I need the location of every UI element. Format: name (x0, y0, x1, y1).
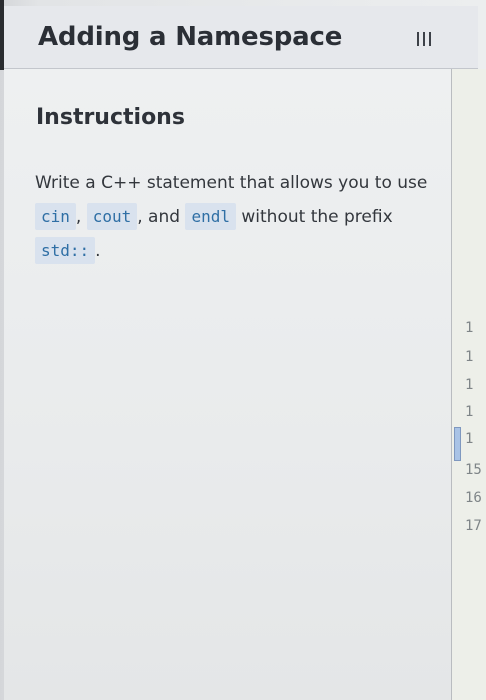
line-number: 1 (465, 431, 474, 447)
instruction-text: without the prefix (241, 207, 393, 227)
code-cout: cout (86, 203, 138, 230)
line-number: 16 (465, 490, 482, 506)
instruction-text: . (95, 241, 101, 261)
app-frame: Adding a Namespace Instructions Write a … (0, 0, 486, 700)
line-number: 1 (465, 377, 474, 393)
line-number: 1 (465, 320, 474, 336)
page-title: Adding a Namespace (38, 22, 343, 52)
code-endl: endl (185, 203, 236, 230)
code-cin: cin (35, 203, 76, 230)
instructions-panel: Instructions Write a C++ statement that … (4, 69, 451, 700)
code-editor-gutter[interactable]: 1 1 1 1 1 15 16 17 (451, 69, 486, 700)
line-number: 1 (465, 404, 474, 420)
instruction-text: Write a C++ statement that allows you to… (35, 173, 428, 193)
instructions-heading: Instructions (36, 105, 185, 130)
cursor-marker (454, 427, 461, 461)
instructions-text: Write a C++ statement that allows you to… (35, 167, 445, 268)
hamburger-menu-icon[interactable] (416, 30, 432, 48)
code-std: std:: (35, 237, 96, 264)
line-number: 1 (465, 349, 474, 365)
instruction-text: , (75, 207, 82, 227)
lesson-header: Adding a Namespace (4, 6, 478, 69)
line-number: 17 (465, 518, 482, 534)
line-number: 15 (465, 462, 482, 478)
instruction-text: , and (137, 207, 181, 227)
